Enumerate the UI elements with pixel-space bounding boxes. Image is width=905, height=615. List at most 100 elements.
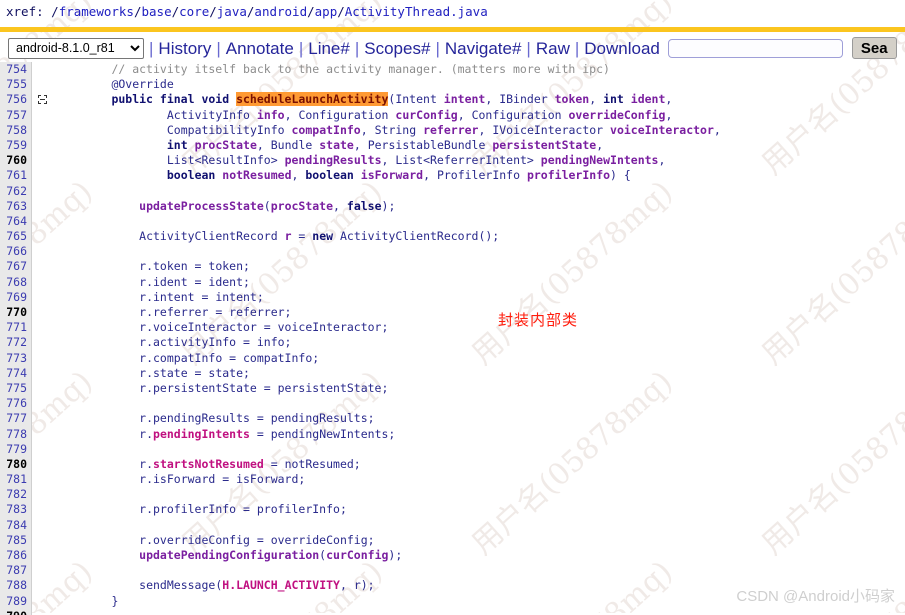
- line-number[interactable]: 758: [0, 123, 27, 138]
- version-select[interactable]: android-8.1.0_r81: [8, 37, 144, 59]
- line-number[interactable]: 778: [0, 427, 27, 442]
- code-text: int procState, Bundle state, Persistable…: [167, 138, 603, 153]
- code-text: r.overrideConfig = overrideConfig;: [139, 533, 374, 548]
- code-token: int: [603, 92, 631, 107]
- line-number[interactable]: 764: [0, 214, 27, 229]
- code-fold-toggle-icon[interactable]: [38, 95, 47, 105]
- code-token: r.overrideConfig = overrideConfig;: [139, 532, 375, 547]
- line-number[interactable]: 783: [0, 502, 27, 517]
- code-token: IVoiceInteractor: [492, 122, 611, 137]
- line-number[interactable]: 771: [0, 320, 27, 335]
- toolbar-link-line[interactable]: Line#: [308, 39, 350, 58]
- xref-path-separator: /: [171, 4, 180, 19]
- xref-path-segment-frameworks[interactable]: frameworks: [59, 4, 134, 19]
- xref-path-segment-app[interactable]: app: [315, 4, 338, 19]
- line-number[interactable]: 756: [0, 92, 27, 107]
- toolbar-link-scopes[interactable]: Scopes#: [364, 39, 430, 58]
- line-number[interactable]: 769: [0, 290, 27, 305]
- xref-path-segment-base[interactable]: base: [142, 4, 172, 19]
- code-token: r.token = token;: [139, 259, 250, 274]
- xref-path-separator: /: [307, 4, 315, 19]
- code-text: r.referrer = referrer;: [139, 305, 291, 320]
- line-number[interactable]: 781: [0, 472, 27, 487]
- toolbar-links: | History | Annotate | Line# | Scopes# | Navigate…: [144, 39, 660, 58]
- chinese-annotation: 封装内部类: [498, 311, 579, 329]
- line-number[interactable]: 786: [0, 548, 27, 563]
- code-token: boolean: [166, 168, 223, 183]
- toolbar-link-navigate[interactable]: Navigate#: [445, 39, 522, 58]
- code-token: ) {: [610, 168, 631, 183]
- line-number[interactable]: 772: [0, 335, 27, 350]
- line-number[interactable]: 776: [0, 396, 27, 411]
- code-token: r.profilerInfo = profilerInfo;: [139, 502, 347, 517]
- code-text: @Override: [111, 77, 173, 92]
- line-number[interactable]: 765: [0, 229, 27, 244]
- code-text: r.voiceInteractor = voiceInteractor;: [139, 320, 388, 335]
- line-number[interactable]: 784: [0, 518, 27, 533]
- line-number[interactable]: 768: [0, 275, 27, 290]
- code-text: updatePendingConfiguration(curConfig);: [139, 548, 402, 563]
- toolbar-separator: |: [354, 38, 360, 58]
- line-number[interactable]: 774: [0, 366, 27, 381]
- code-token: scheduleLaunchActivity: [236, 92, 389, 107]
- code-line: 764: [0, 214, 905, 229]
- code-text: ActivityClientRecord r = new ActivityCli…: [139, 229, 499, 244]
- line-number[interactable]: 761: [0, 168, 27, 183]
- line-number[interactable]: 773: [0, 351, 27, 366]
- line-number[interactable]: 785: [0, 533, 27, 548]
- code-line: 763 updateProcessState(procState, false);: [0, 199, 905, 214]
- xref-path-segment-android[interactable]: android: [254, 4, 307, 19]
- line-number[interactable]: 763: [0, 199, 27, 214]
- toolbar-separator: |: [435, 38, 440, 58]
- code-token: ,: [360, 122, 375, 137]
- xref-path-segment-core[interactable]: core: [179, 4, 209, 19]
- search-button[interactable]: Sea: [851, 37, 897, 59]
- line-number[interactable]: 760: [0, 153, 27, 168]
- line-number[interactable]: 777: [0, 411, 27, 426]
- xref-path-segment-java[interactable]: java: [217, 4, 247, 19]
- code-line: 784: [0, 518, 905, 533]
- code-token: overrideConfig: [568, 107, 666, 122]
- code-line: 768 r.ident = ident;: [0, 275, 905, 290]
- line-number[interactable]: 755: [0, 77, 27, 92]
- line-number[interactable]: 780: [0, 457, 27, 472]
- code-line: 771 r.voiceInteractor = voiceInteractor;: [0, 320, 905, 335]
- line-number[interactable]: 775: [0, 381, 27, 396]
- code-token: ,: [284, 107, 299, 122]
- code-token: r.referrer = referrer;: [139, 305, 292, 319]
- xref-path-segment-ActivityThread-java[interactable]: ActivityThread.java: [345, 4, 488, 19]
- code-lines: 754 // activity itself back to the activi…: [0, 62, 905, 615]
- code-token: =: [291, 229, 313, 244]
- toolbar-link-history[interactable]: History: [158, 39, 211, 58]
- line-number[interactable]: 757: [0, 108, 27, 123]
- line-number[interactable]: 770: [0, 305, 27, 320]
- code-token: H.LAUNCH_ACTIVITY: [222, 578, 340, 593]
- line-number[interactable]: 790: [0, 609, 27, 615]
- line-number[interactable]: 766: [0, 244, 27, 259]
- line-number[interactable]: 779: [0, 442, 27, 457]
- code-text: sendMessage(H.LAUNCH_ACTIVITY, r);: [139, 578, 374, 593]
- code-token: r: [284, 229, 292, 244]
- code-token: ,: [665, 92, 673, 107]
- line-number[interactable]: 789: [0, 594, 27, 609]
- line-number[interactable]: 788: [0, 578, 27, 593]
- line-number[interactable]: 762: [0, 184, 27, 199]
- line-number[interactable]: 767: [0, 259, 27, 274]
- line-number[interactable]: 782: [0, 487, 27, 502]
- code-viewer[interactable]: 754 // activity itself back to the activi…: [0, 62, 905, 615]
- code-text: r.isForward = isForward;: [139, 472, 305, 487]
- toolbar-link-download[interactable]: Download: [584, 39, 660, 58]
- code-token: );: [388, 548, 403, 562]
- line-number[interactable]: 759: [0, 138, 27, 153]
- csdn-watermark: CSDN @Android小码家: [736, 588, 895, 605]
- toolbar-link-raw[interactable]: Raw: [536, 39, 570, 58]
- line-number[interactable]: 754: [0, 62, 27, 77]
- toolbar-link-annotate[interactable]: Annotate: [226, 39, 294, 58]
- search-input[interactable]: [667, 38, 843, 58]
- code-token: Bundle: [270, 137, 320, 152]
- code-token: // activity itself back to the activity …: [111, 62, 610, 76]
- code-line: 773 r.compatInfo = compatInfo;: [0, 351, 905, 366]
- code-line: 781 r.isForward = isForward;: [0, 472, 905, 487]
- toolbar: android-8.1.0_r81 | History | Annotate | Line…: [0, 32, 905, 62]
- line-number[interactable]: 787: [0, 563, 27, 578]
